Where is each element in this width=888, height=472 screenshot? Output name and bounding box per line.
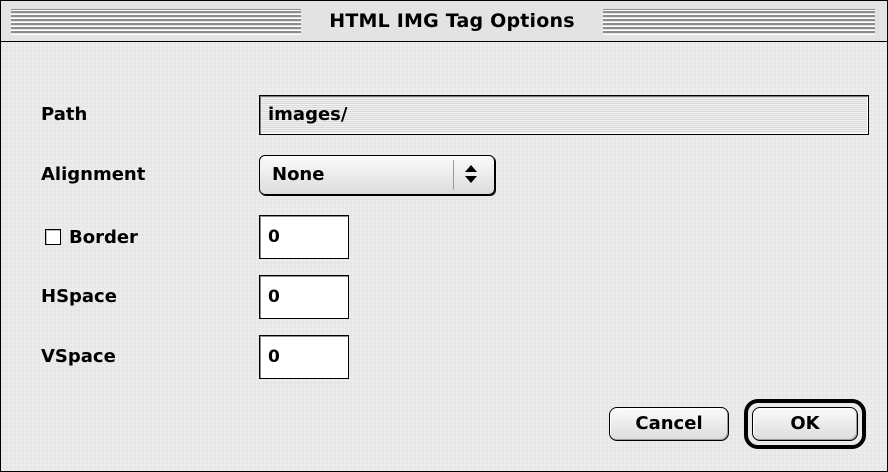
hspace-field[interactable]: 0 — [259, 275, 349, 319]
alignment-label: Alignment — [41, 164, 146, 185]
border-field[interactable]: 0 — [259, 215, 349, 259]
alignment-popup[interactable]: None — [259, 155, 495, 195]
title-bar[interactable]: HTML IMG Tag Options — [1, 1, 887, 42]
path-input[interactable]: images/ — [259, 95, 869, 135]
cancel-button[interactable]: Cancel — [609, 407, 729, 441]
ok-button[interactable]: OK — [752, 407, 858, 441]
vspace-field[interactable]: 0 — [259, 335, 349, 379]
border-checkbox[interactable] — [45, 229, 61, 245]
up-down-arrows-icon — [453, 160, 490, 190]
title-bar-stripes-left — [11, 9, 301, 35]
path-label: Path — [41, 104, 88, 125]
window-title: HTML IMG Tag Options — [329, 10, 575, 32]
vspace-label: VSpace — [41, 346, 116, 367]
title-bar-stripes-right — [603, 9, 875, 35]
border-label: Border — [69, 227, 138, 248]
hspace-label: HSpace — [41, 286, 117, 307]
alignment-selected-value: None — [272, 164, 325, 185]
dialog-window: HTML IMG Tag Options Path images/ Alignm… — [0, 0, 888, 472]
